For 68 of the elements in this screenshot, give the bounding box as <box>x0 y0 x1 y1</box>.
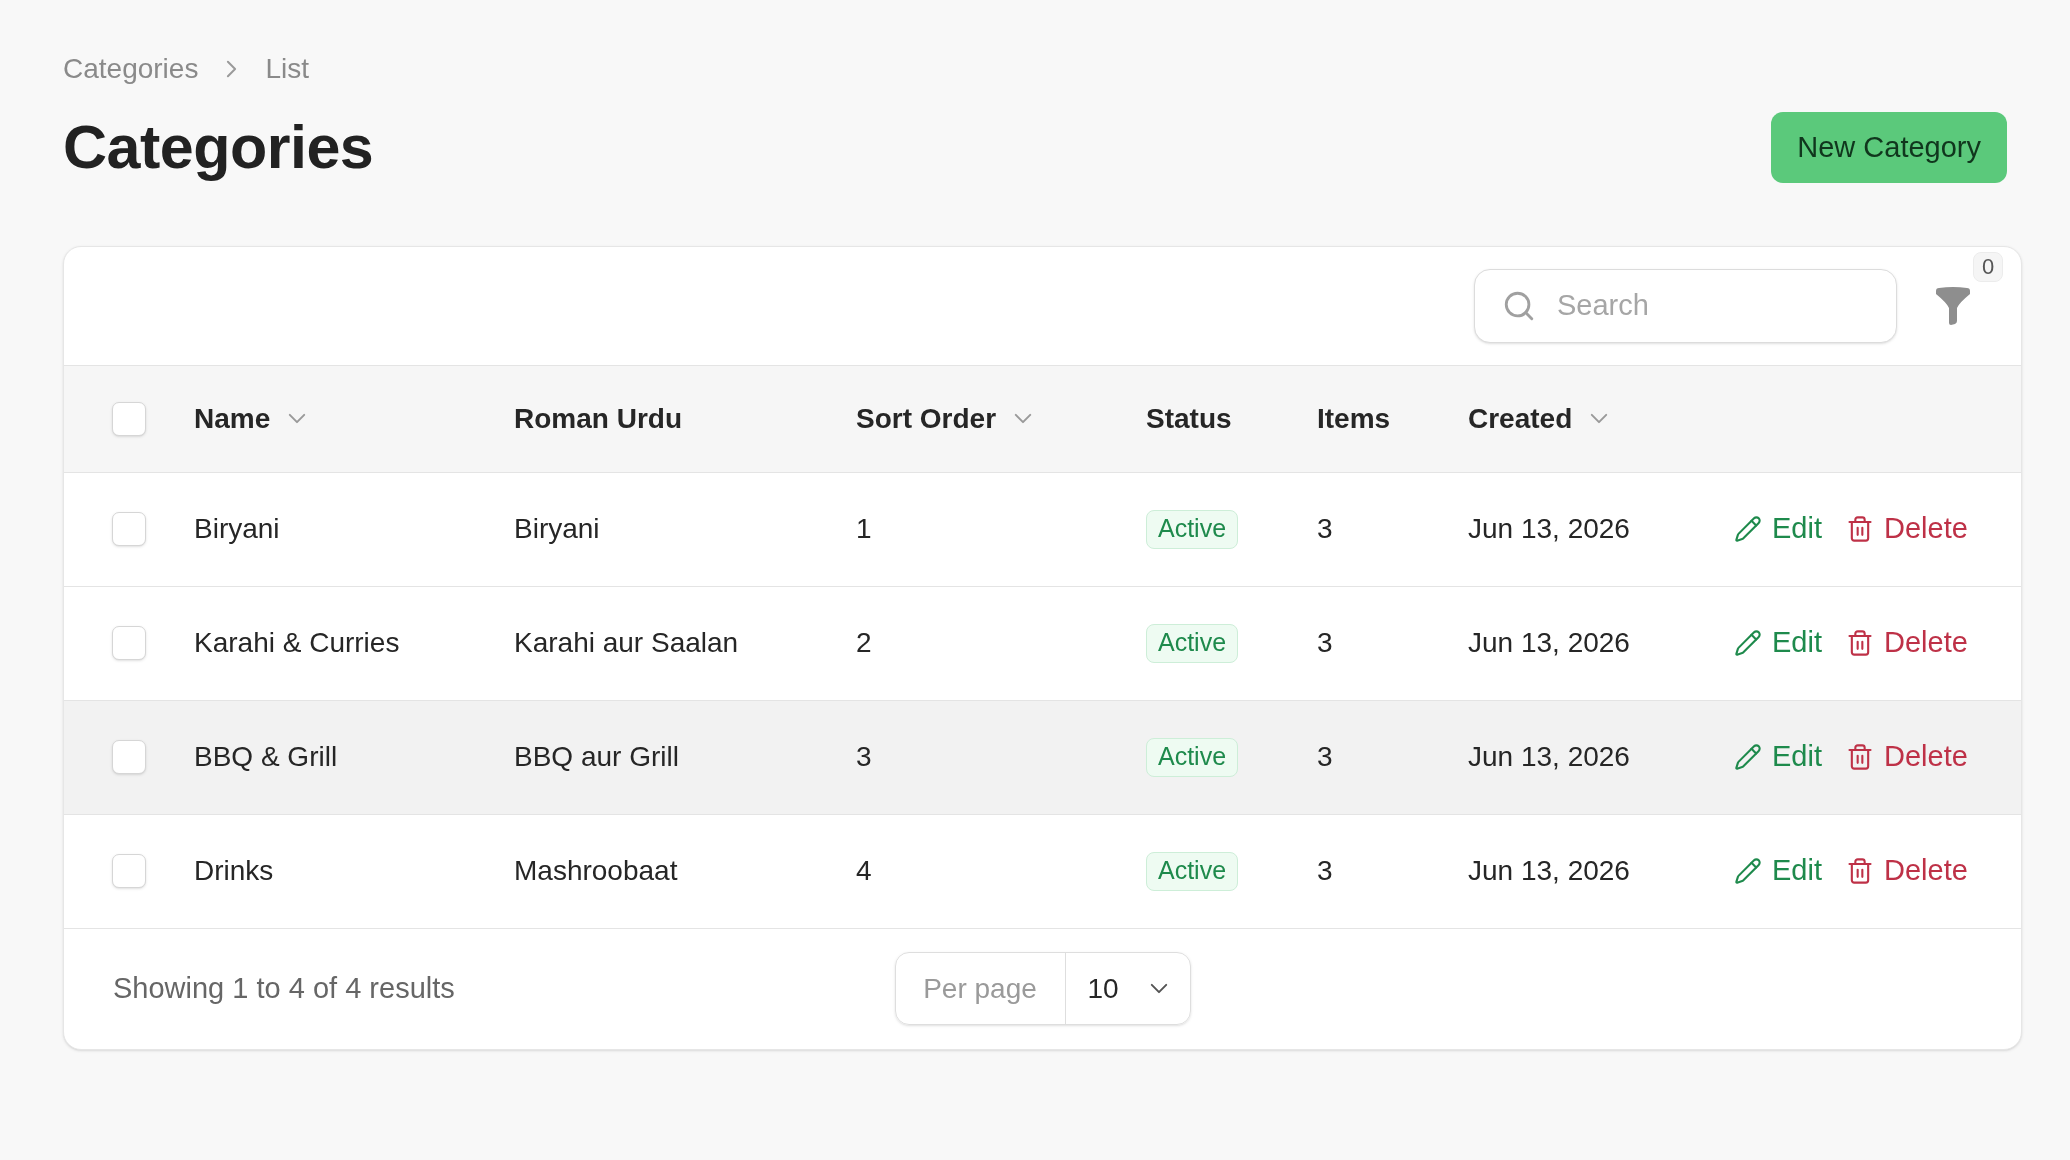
status-badge: Active <box>1146 623 1239 663</box>
edit-button[interactable]: Edit <box>1734 507 1822 551</box>
sort-order-cell-text: 1 <box>856 512 873 546</box>
pencil-icon <box>1734 515 1762 543</box>
sort-chevron-icon[interactable] <box>1014 413 1033 424</box>
roman-urdu-cell-text: Karahi aur Saalan <box>514 626 740 660</box>
delete-button[interactable]: Delete <box>1846 507 1968 551</box>
roman-urdu-cell-text: Mashroobaat <box>514 854 679 888</box>
per-page-select[interactable]: 10 <box>1064 953 1190 1024</box>
pencil-icon <box>1734 743 1762 771</box>
created-cell-text: Jun 13, 2026 <box>1468 740 1631 774</box>
roman-urdu-cell-text: BBQ aur Grill <box>514 740 680 774</box>
sort-order-cell-text: 2 <box>856 626 873 660</box>
delete-button[interactable]: Delete <box>1846 849 1968 893</box>
delete-button[interactable]: Delete <box>1846 621 1968 665</box>
items-cell-text: 3 <box>1317 626 1334 660</box>
pencil-icon <box>1734 857 1762 885</box>
roman-urdu-cell-text: Biryani <box>514 512 601 546</box>
edit-button[interactable]: Edit <box>1734 849 1822 893</box>
search-field[interactable]: Search <box>1474 268 1897 343</box>
edit-button[interactable]: Edit <box>1734 621 1822 665</box>
checkbox[interactable] <box>112 740 146 774</box>
items-cell-text: 3 <box>1317 854 1334 888</box>
column-header[interactable]: Name <box>194 397 271 440</box>
name-cell-text: Drinks <box>194 854 275 888</box>
created-cell-text: Jun 13, 2026 <box>1468 512 1631 546</box>
filter-count-badge: 0 <box>1973 251 2003 282</box>
new-category-button[interactable]: New Category <box>1771 112 2007 184</box>
column-header[interactable]: Sort Order <box>856 397 997 440</box>
filter-button[interactable] <box>1935 285 1971 326</box>
checkbox[interactable] <box>112 626 146 660</box>
name-cell-text: Karahi & Curries <box>194 626 401 660</box>
delete-button[interactable]: Delete <box>1846 735 1968 779</box>
checkbox[interactable] <box>112 854 146 888</box>
breadcrumb-link[interactable]: Categories <box>63 48 199 90</box>
column-header: Roman Urdu <box>514 401 682 436</box>
created-cell-text: Jun 13, 2026 <box>1468 626 1631 660</box>
pencil-icon <box>1734 629 1762 657</box>
sort-chevron-icon[interactable] <box>288 413 307 424</box>
column-header: Status <box>1146 401 1232 436</box>
column-header: Items <box>1317 401 1391 436</box>
per-page-control[interactable]: Per page 10 <box>894 952 1191 1025</box>
page-title: Categories <box>63 112 374 183</box>
sort-order-cell-text: 3 <box>856 740 873 774</box>
results-summary: Showing 1 to 4 of 4 results <box>113 971 455 1004</box>
created-cell-text: Jun 13, 2026 <box>1468 854 1631 888</box>
status-badge: Active <box>1146 737 1239 777</box>
trash-icon <box>1846 629 1874 657</box>
items-cell-text: 3 <box>1317 512 1334 546</box>
per-page-label: Per page <box>922 971 1038 1006</box>
sort-chevron-icon[interactable] <box>1590 413 1609 424</box>
checkbox[interactable] <box>112 401 146 436</box>
checkbox[interactable] <box>112 512 146 546</box>
trash-icon <box>1846 857 1874 885</box>
status-badge: Active <box>1146 509 1239 549</box>
items-cell-text: 3 <box>1317 740 1334 774</box>
chevron-down-icon <box>1149 983 1168 994</box>
sort-order-cell-text: 4 <box>856 854 873 888</box>
breadcrumb-link[interactable]: List <box>265 48 309 90</box>
trash-icon <box>1846 743 1874 771</box>
trash-icon <box>1846 515 1874 543</box>
chevron-right-icon <box>226 60 238 78</box>
column-header[interactable]: Created <box>1468 397 1573 440</box>
filter-icon <box>1936 286 1970 325</box>
name-cell-text: BBQ & Grill <box>194 740 339 774</box>
status-badge: Active <box>1146 851 1239 891</box>
edit-button[interactable]: Edit <box>1734 735 1822 779</box>
name-cell-text: Biryani <box>194 512 281 546</box>
